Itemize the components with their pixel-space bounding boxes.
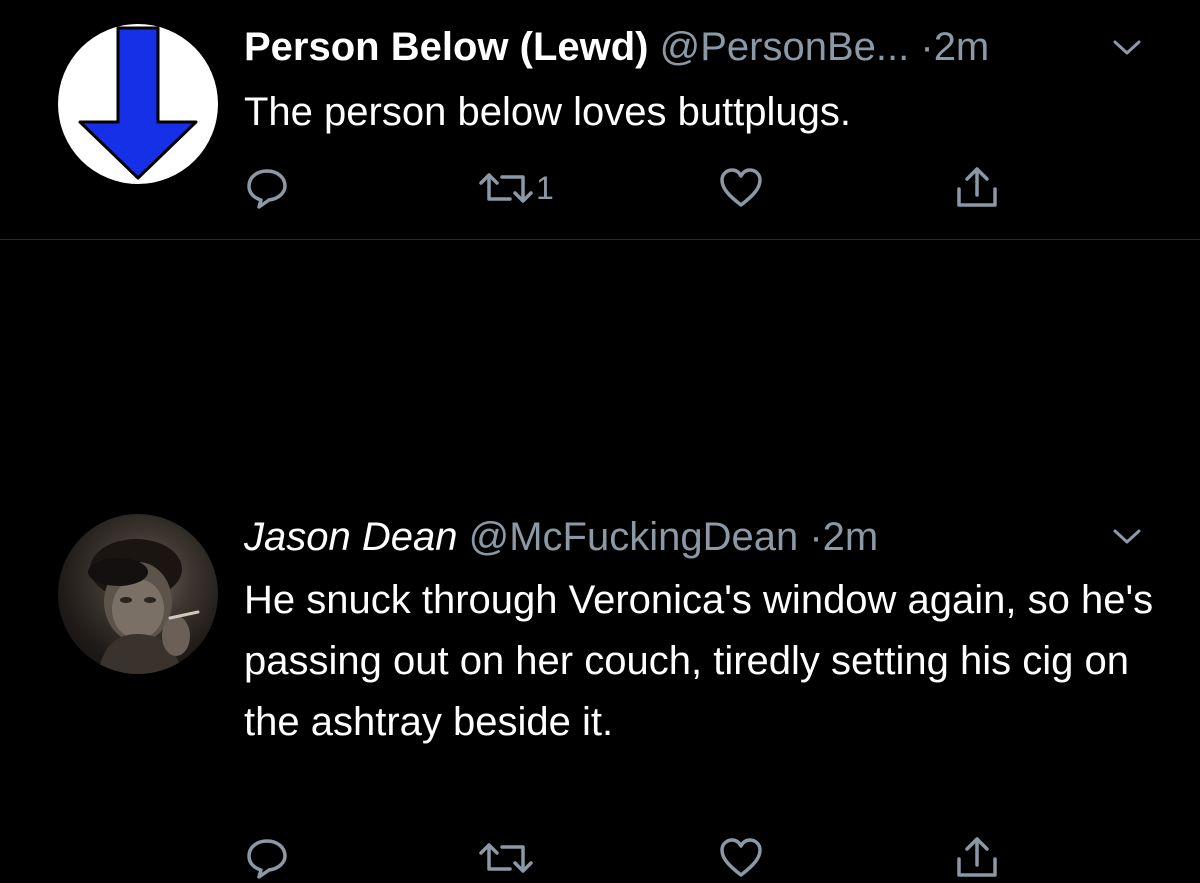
timestamp[interactable]: 2m [823, 515, 879, 559]
chevron-down-icon [1113, 40, 1141, 55]
display-name[interactable]: Jason Dean [244, 515, 457, 559]
tweet-actions [0, 833, 1200, 883]
avatar[interactable] [58, 24, 218, 184]
retweet-button[interactable] [478, 833, 536, 883]
user-handle[interactable]: @McFuckingDean [469, 515, 799, 559]
tweet-text: The person below loves buttplugs. [244, 90, 852, 134]
more-options-button[interactable] [1112, 527, 1142, 547]
tweet-text: He snuck through Veronica's window again… [244, 578, 1154, 744]
blue-down-arrow-icon [78, 26, 198, 180]
retweet-count: 1 [536, 169, 554, 206]
avatar[interactable] [58, 514, 218, 674]
chevron-down-icon [1113, 529, 1141, 544]
heart-icon [720, 838, 762, 877]
photo-avatar [88, 539, 200, 674]
reply-button[interactable] [244, 833, 290, 883]
tweet[interactable]: Person Below (Lewd) @PersonBe... ·2m The… [0, 0, 1200, 240]
share-button[interactable] [954, 163, 1000, 213]
tweet-divider [0, 239, 1200, 240]
display-name[interactable]: Person Below (Lewd) [244, 25, 649, 69]
retweet-arrows-icon [479, 173, 533, 203]
share-upload-icon [957, 167, 997, 207]
comment-bubble-icon [247, 839, 287, 879]
user-handle[interactable]: @PersonBe... [660, 25, 910, 69]
tweet[interactable]: Jason Dean @McFuckingDean ·2m He snuck t… [0, 241, 1200, 879]
reply-button[interactable] [244, 163, 290, 213]
separator-dot: · [920, 25, 934, 69]
separator-dot: · [809, 515, 823, 559]
share-button[interactable] [954, 833, 1000, 883]
tweet-header: Person Below (Lewd) @PersonBe... ·2m [244, 23, 989, 71]
retweet-arrows-icon [479, 843, 533, 873]
tweet-actions: 1 [0, 163, 1200, 213]
heart-icon [720, 168, 762, 207]
more-options-button[interactable] [1112, 38, 1142, 58]
like-button[interactable] [718, 163, 764, 213]
share-upload-icon [957, 837, 997, 877]
retweet-button[interactable]: 1 [478, 163, 554, 213]
timestamp[interactable]: 2m [934, 25, 990, 69]
like-button[interactable] [718, 833, 764, 883]
tweet-header: Jason Dean @McFuckingDean ·2m [244, 513, 878, 561]
comment-bubble-icon [247, 169, 287, 209]
